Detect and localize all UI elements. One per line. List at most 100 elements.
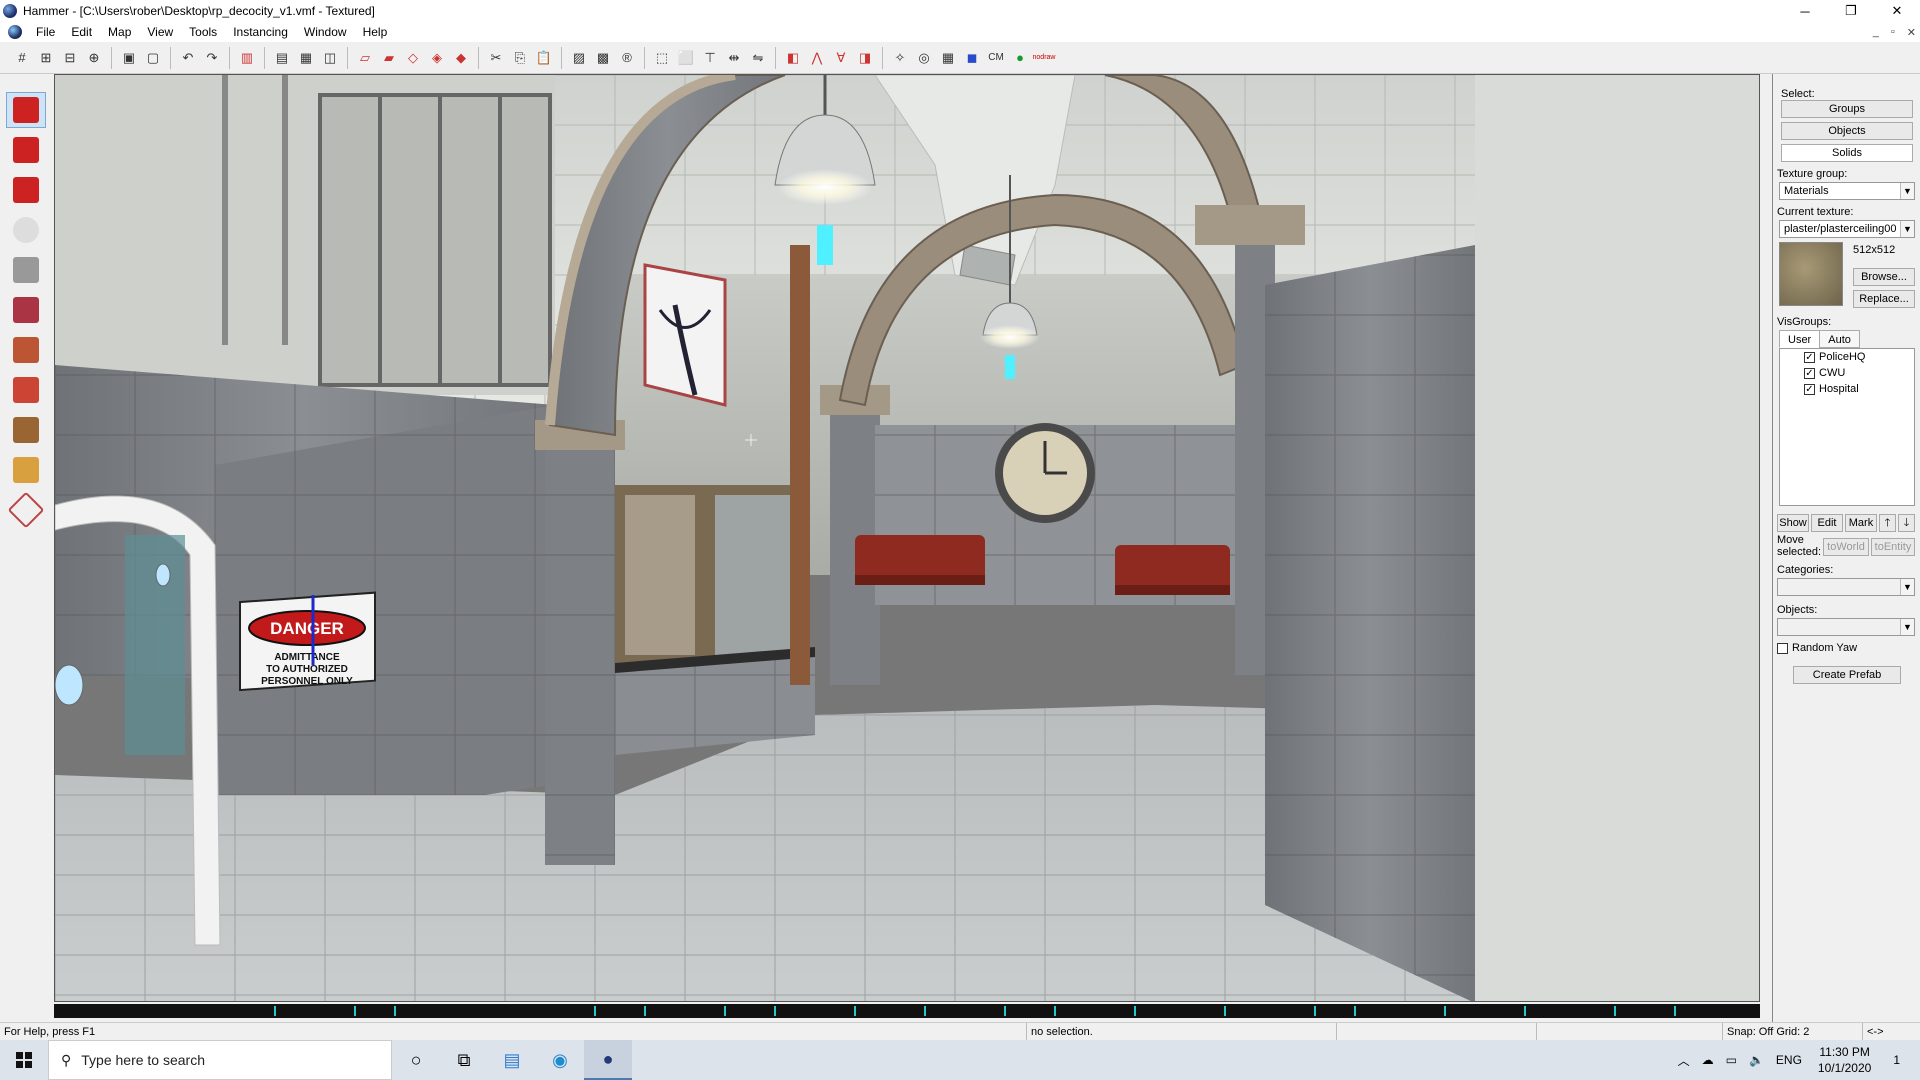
random-yaw-row[interactable]: Random Yaw bbox=[1777, 642, 1857, 654]
menu-window[interactable]: Window bbox=[296, 22, 355, 42]
valve-icon[interactable]: ∀ bbox=[830, 47, 852, 69]
hollow-icon[interactable]: ▤ bbox=[271, 47, 293, 69]
magnify-tool[interactable] bbox=[6, 132, 46, 168]
cube-icon[interactable]: ◼ bbox=[961, 47, 983, 69]
copy-icon[interactable]: ⎘ bbox=[509, 47, 531, 69]
vertex-tool[interactable] bbox=[6, 491, 46, 529]
taskbar-clock[interactable]: 11:30 PM 10/1/2020 bbox=[1818, 1044, 1871, 1076]
menu-map[interactable]: Map bbox=[100, 22, 139, 42]
grid-add-icon[interactable]: ⊕ bbox=[83, 47, 105, 69]
start-button[interactable] bbox=[0, 1040, 48, 1080]
nodraw-icon[interactable]: nodraw bbox=[1033, 47, 1056, 69]
block-tool[interactable] bbox=[6, 252, 46, 288]
ungroup-icon[interactable]: ▢ bbox=[142, 47, 164, 69]
hammer-task-icon[interactable]: ● bbox=[584, 1040, 632, 1080]
brush-1-icon[interactable]: ▱ bbox=[354, 47, 376, 69]
tray-chevron-up-icon[interactable]: ︿ bbox=[1678, 1052, 1690, 1069]
select-objects-button[interactable]: Objects bbox=[1781, 122, 1913, 140]
undo-icon[interactable]: ↶ bbox=[177, 47, 199, 69]
menu-edit[interactable]: Edit bbox=[63, 22, 100, 42]
close-button[interactable]: ✕ bbox=[1874, 0, 1920, 22]
flip-icon[interactable]: ⇋ bbox=[747, 47, 769, 69]
network-icon[interactable]: ▭ bbox=[1726, 1053, 1737, 1067]
onedrive-icon[interactable]: ☁ bbox=[1702, 1053, 1714, 1067]
visgroup-item[interactable]: ✓ PoliceHQ bbox=[1780, 349, 1914, 365]
apply-texture-tool[interactable] bbox=[6, 332, 46, 368]
texture-group-select[interactable]: Materials ▼ bbox=[1779, 182, 1915, 200]
decal-tool[interactable] bbox=[6, 372, 46, 408]
visgroup-checkbox[interactable]: ✓ bbox=[1804, 367, 1815, 379]
select-2-icon[interactable]: ⬜ bbox=[675, 47, 697, 69]
texture-tool[interactable] bbox=[6, 292, 46, 328]
align-icon[interactable]: ⇹ bbox=[723, 47, 745, 69]
group-icon[interactable]: ▣ bbox=[118, 47, 140, 69]
create-prefab-button[interactable]: Create Prefab bbox=[1793, 666, 1901, 684]
grid-3d-icon[interactable]: ▦ bbox=[937, 47, 959, 69]
visgroup-checkbox[interactable]: ✓ bbox=[1804, 351, 1815, 363]
visgroup-item[interactable]: ✓ CWU bbox=[1780, 365, 1914, 381]
edge-icon[interactable]: ◉ bbox=[536, 1040, 584, 1080]
brush-3-icon[interactable]: ◇ bbox=[402, 47, 424, 69]
mdi-restore-button[interactable]: ▫ bbox=[1891, 26, 1895, 38]
select-solids-button[interactable]: Solids bbox=[1781, 144, 1913, 162]
cortana-icon[interactable]: ○ bbox=[392, 1040, 440, 1080]
mdi-minimize-button[interactable]: _ bbox=[1873, 26, 1879, 38]
menu-view[interactable]: View bbox=[139, 22, 181, 42]
maximize-button[interactable]: ❐ bbox=[1828, 0, 1874, 22]
vertex-icon[interactable]: ✧ bbox=[889, 47, 911, 69]
file-explorer-icon[interactable]: ▤ bbox=[488, 1040, 536, 1080]
overlay-tool[interactable] bbox=[6, 412, 46, 448]
mdi-close-button[interactable]: ✕ bbox=[1907, 26, 1916, 39]
circle-r-icon[interactable]: ® bbox=[616, 47, 638, 69]
volume-icon[interactable]: 🔈 bbox=[1749, 1053, 1764, 1067]
texture-lock-icon[interactable]: ⊤ bbox=[699, 47, 721, 69]
redo-icon[interactable]: ↷ bbox=[201, 47, 223, 69]
menu-file[interactable]: File bbox=[28, 22, 63, 42]
minimize-button[interactable]: ─ bbox=[1782, 0, 1828, 22]
cut-icon[interactable]: ✂ bbox=[485, 47, 507, 69]
to-world-button[interactable]: toWorld bbox=[1823, 538, 1869, 556]
visgroups-list[interactable]: ✓ PoliceHQ ✓ CWU ✓ Hospital bbox=[1779, 348, 1915, 506]
move-down-icon[interactable]: 🡓 bbox=[1898, 514, 1915, 532]
brush-4-icon[interactable]: ◈ bbox=[426, 47, 448, 69]
viewport-scroll-strip[interactable] bbox=[54, 1004, 1760, 1018]
entity-tool[interactable] bbox=[6, 212, 46, 248]
tab-auto[interactable]: Auto bbox=[1819, 330, 1860, 348]
menu-instancing[interactable]: Instancing bbox=[225, 22, 296, 42]
carve-icon[interactable]: ▥ bbox=[236, 47, 258, 69]
3d-viewport[interactable]: DANGER ADMITTANCE TO AUTHORIZED PERSONNE… bbox=[54, 74, 1760, 1002]
leaf-icon[interactable]: ● bbox=[1009, 47, 1031, 69]
random-yaw-checkbox[interactable] bbox=[1777, 642, 1788, 654]
to-entity-button[interactable]: toEntity bbox=[1871, 538, 1915, 556]
grid-icon[interactable]: # bbox=[11, 47, 33, 69]
menu-tools[interactable]: Tools bbox=[181, 22, 225, 42]
selection-tool[interactable] bbox=[6, 92, 46, 128]
entity-icon[interactable]: ◧ bbox=[782, 47, 804, 69]
hazard-icon[interactable]: ▨ bbox=[568, 47, 590, 69]
visgroup-edit-button[interactable]: Edit bbox=[1811, 514, 1843, 532]
browse-button[interactable]: Browse... bbox=[1853, 268, 1915, 286]
menu-help[interactable]: Help bbox=[355, 22, 396, 42]
path-icon[interactable]: ⋀ bbox=[806, 47, 828, 69]
grid-plus-icon[interactable]: ⊞ bbox=[35, 47, 57, 69]
select-icon[interactable]: ⬚ bbox=[651, 47, 673, 69]
camera-tool[interactable] bbox=[6, 172, 46, 208]
language-indicator[interactable]: ENG bbox=[1776, 1053, 1802, 1067]
categories-select[interactable]: ▼ bbox=[1777, 578, 1915, 596]
select-groups-button[interactable]: Groups bbox=[1781, 100, 1913, 118]
current-texture-select[interactable]: plaster/plasterceiling00 ▼ bbox=[1779, 220, 1915, 238]
tab-user[interactable]: User bbox=[1779, 330, 1821, 348]
taskbar-search[interactable]: ⚲ Type here to search bbox=[48, 1040, 392, 1080]
visgroup-show-button[interactable]: Show bbox=[1777, 514, 1809, 532]
move-up-icon[interactable]: 🡑 bbox=[1879, 514, 1896, 532]
paste-icon[interactable]: 📋 bbox=[533, 47, 555, 69]
face-icon[interactable]: ◨ bbox=[854, 47, 876, 69]
replace-button[interactable]: Replace... bbox=[1853, 290, 1915, 308]
grid-minus-icon[interactable]: ⊟ bbox=[59, 47, 81, 69]
sphere-icon[interactable]: ◎ bbox=[913, 47, 935, 69]
cm-button[interactable]: CM bbox=[985, 47, 1007, 69]
hazard-x-icon[interactable]: ▩ bbox=[592, 47, 614, 69]
brush-5-icon[interactable]: ◆ bbox=[450, 47, 472, 69]
clip-icon[interactable]: ▦ bbox=[295, 47, 317, 69]
task-view-icon[interactable]: ⧉ bbox=[440, 1040, 488, 1080]
